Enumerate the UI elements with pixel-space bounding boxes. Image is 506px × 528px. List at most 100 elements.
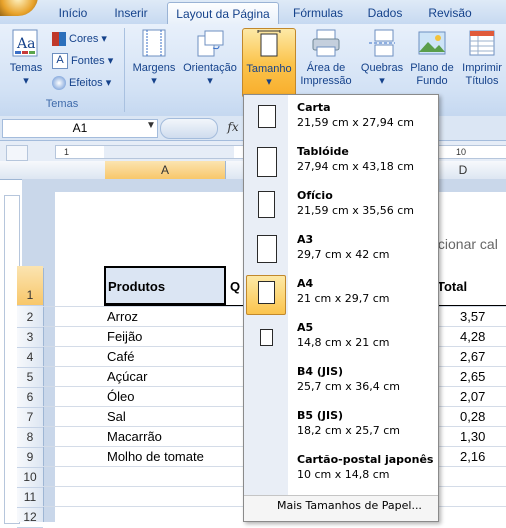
temas-button[interactable]: Aa Temas ▾: [4, 28, 48, 94]
row-header[interactable]: 6: [17, 387, 43, 408]
fontes-button[interactable]: A Fontes ▾: [52, 52, 113, 71]
row-header[interactable]: 3: [17, 327, 43, 348]
area-label-2: Impressão: [300, 75, 352, 87]
fonts-icon: A: [52, 53, 68, 70]
product-cell[interactable]: Sal: [107, 407, 126, 427]
total-cell[interactable]: 2,16: [460, 447, 485, 467]
page-icon: [258, 281, 275, 304]
column-header-a[interactable]: A: [105, 161, 226, 179]
menu-item-b5-jis[interactable]: B5 (JIS) 18,2 cm x 25,7 cm: [244, 405, 438, 449]
menu-item-carta[interactable]: Carta 21,59 cm x 27,94 cm: [244, 97, 438, 141]
product-cell[interactable]: Arroz: [107, 307, 138, 327]
tamanho-button[interactable]: Tamanho ▾: [242, 28, 296, 98]
paper-dimensions: 18,2 cm x 25,7 cm: [297, 424, 401, 437]
plano-label-1: Plano de: [410, 62, 454, 74]
menu-item-cartao-postal-japones[interactable]: Cartão-postal japonês 10 cm x 14,8 cm: [244, 449, 438, 493]
paper-dimensions: 21,59 cm x 27,94 cm: [297, 116, 415, 129]
imprimir-titulos-button[interactable]: Imprimir Títulos: [458, 28, 506, 94]
row-header[interactable]: 5: [17, 367, 43, 388]
product-cell[interactable]: Molho de tomate: [107, 447, 204, 467]
view-toggle[interactable]: [6, 145, 28, 161]
product-cell[interactable]: Café: [107, 347, 134, 367]
total-cell[interactable]: 1,30: [460, 427, 485, 447]
tab-dados[interactable]: Dados: [362, 4, 408, 23]
menu-item-a4[interactable]: A4 21 cm x 29,7 cm: [244, 273, 438, 317]
product-cell[interactable]: Feijão: [107, 327, 142, 347]
product-cell[interactable]: Óleo: [107, 387, 134, 407]
more-paper-sizes-link[interactable]: Mais Tamanhos de Papel...: [277, 499, 422, 512]
formula-splitter[interactable]: [160, 118, 218, 139]
paper-size-menu: Carta 21,59 cm x 27,94 cm Tablóide 27,94…: [243, 94, 439, 522]
office-button[interactable]: [0, 0, 38, 16]
plano-label-2: Fundo: [416, 75, 448, 87]
row-header[interactable]: 9: [17, 447, 43, 468]
paper-dimensions: 25,7 cm x 36,4 cm: [297, 380, 401, 393]
row-header[interactable]: 1: [17, 266, 43, 306]
product-cell[interactable]: Macarrão: [107, 427, 162, 447]
cores-button[interactable]: Cores ▾: [52, 30, 107, 49]
tamanho-label: Tamanho: [246, 63, 292, 75]
margens-label: Margens: [132, 62, 176, 74]
orientacao-label: Orientação: [183, 62, 237, 74]
row-header[interactable]: 2: [17, 307, 43, 328]
chevron-down-icon: ▾: [151, 75, 157, 87]
svg-text:Aa: Aa: [16, 36, 35, 52]
efeitos-button[interactable]: Efeitos ▾: [52, 74, 111, 93]
page-icon: [257, 147, 277, 177]
row-header[interactable]: 10: [17, 467, 43, 488]
menu-item-a5[interactable]: A5 14,8 cm x 21 cm: [244, 317, 438, 361]
row-header[interactable]: 11: [17, 487, 43, 508]
paper-name: Carta: [297, 101, 331, 114]
orientacao-button[interactable]: Orientação ▾: [180, 28, 240, 94]
effects-icon: [52, 76, 66, 91]
quebras-label: Quebras: [360, 62, 404, 74]
header-produtos[interactable]: Produtos: [108, 277, 165, 297]
header-total[interactable]: Total: [437, 277, 467, 297]
tab-formulas[interactable]: Fórmulas: [287, 4, 349, 23]
total-cell[interactable]: 3,57: [460, 307, 485, 327]
total-cell[interactable]: 0,28: [460, 407, 485, 427]
chevron-down-icon: ▾: [23, 75, 29, 87]
area-impressao-button[interactable]: Área de Impressão: [298, 28, 354, 94]
paper-dimensions: 27,94 cm x 43,18 cm: [297, 160, 415, 173]
plano-de-fundo-button[interactable]: Plano de Fundo: [408, 28, 456, 94]
margens-button[interactable]: Margens ▾: [130, 28, 178, 94]
imprimir-label-2: Títulos: [465, 75, 499, 87]
total-cell[interactable]: 2,67: [460, 347, 485, 367]
paper-name: A4: [297, 277, 314, 290]
header-q[interactable]: Q: [230, 277, 240, 297]
ribbon-tab-bar: Início Inserir Layout da Página Fórmulas…: [0, 0, 506, 25]
efeitos-label: Efeitos: [69, 77, 103, 89]
menu-item-a3[interactable]: A3 29,7 cm x 42 cm: [244, 229, 438, 273]
row-header[interactable]: 8: [17, 427, 43, 448]
row-header[interactable]: 7: [17, 407, 43, 428]
print-area-icon: [311, 28, 341, 58]
row-header[interactable]: 4: [17, 347, 43, 368]
menu-item-tabloide[interactable]: Tablóide 27,94 cm x 43,18 cm: [244, 141, 438, 185]
paper-name: Ofício: [297, 189, 333, 202]
insert-function-icon[interactable]: fx: [222, 119, 244, 136]
tab-inicio[interactable]: Início: [50, 4, 96, 23]
ruler-margin: [104, 146, 234, 158]
paper-name: A3: [297, 233, 314, 246]
total-cell[interactable]: 4,28: [460, 327, 485, 347]
paper-name: B5 (JIS): [297, 409, 344, 422]
group-separator: [124, 28, 125, 112]
chevron-down-icon: ▾: [266, 76, 272, 88]
tab-revisao[interactable]: Revisão: [422, 4, 478, 23]
menu-item-b4-jis[interactable]: B4 (JIS) 25,7 cm x 36,4 cm: [244, 361, 438, 405]
paper-name: A5: [297, 321, 314, 334]
row-header[interactable]: 12: [17, 507, 43, 528]
tab-inserir[interactable]: Inserir: [106, 4, 156, 23]
chevron-down-icon[interactable]: ▼: [146, 120, 156, 131]
tab-layout-da-pagina[interactable]: Layout da Página: [167, 2, 279, 25]
breaks-icon: [367, 28, 397, 58]
colors-icon: [52, 32, 66, 47]
name-box[interactable]: A1: [2, 119, 158, 138]
total-cell[interactable]: 2,65: [460, 367, 485, 387]
product-cell[interactable]: Açúcar: [107, 367, 147, 387]
menu-item-oficio[interactable]: Ofício 21,59 cm x 35,56 cm: [244, 185, 438, 229]
area-label-1: Área de: [306, 62, 346, 74]
total-cell[interactable]: 2,07: [460, 387, 485, 407]
quebras-button[interactable]: Quebras ▾: [358, 28, 406, 94]
